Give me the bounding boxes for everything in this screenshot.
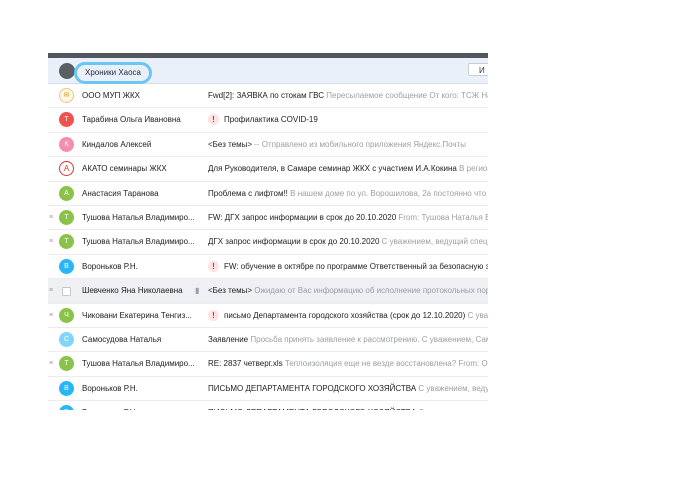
message-row[interactable]: К Киндалов Алексей <Без темы> -- Отправлен… [48, 133, 488, 158]
message-row[interactable]: ≡ Т Тушова Наталья Владимиро... ДГХ запрос … [48, 230, 488, 255]
thread-marker-icon: ≡ [49, 213, 54, 221]
message-row[interactable]: ✉ ООО МУП ЖКХ Fwd[2]: ЗАЯВКА по стокам ГВС… [48, 84, 488, 109]
sender-name: Вороньков Р.Н. [82, 408, 200, 410]
message-snippet: С уважением, [467, 310, 488, 320]
sender-name: ООО МУП ЖКХ [82, 91, 140, 100]
important-icon: ! [208, 260, 219, 272]
sender-avatar[interactable]: К [59, 136, 74, 152]
sender-name: Самосудова Наталья [82, 334, 162, 344]
sender-name: Тушова Наталья Владимиро... [82, 212, 195, 222]
bookmark-icon[interactable]: ▮ [195, 286, 199, 295]
subject-text: RE: 2837 четверг.xls [208, 359, 283, 369]
sender-avatar[interactable]: Т [59, 209, 74, 225]
message-snippet: С уважением, ведущий специали [381, 237, 488, 247]
subject-text: Fwd[2]: ЗАЯВКА по стокам ГВС [208, 91, 325, 100]
ad-title[interactable]: Хроники Хаоса [74, 62, 152, 84]
message-snippet: Пересылаемое сообщение От кого: ТСЖ Наук… [324, 91, 488, 100]
subject-text: FW: ДГХ запрос информации в срок до 20.1… [208, 212, 397, 222]
message-snippet: From: Тушова Наталья Влад [398, 212, 488, 222]
subject-text: письмо Департамента городского хозяйства… [224, 310, 466, 320]
message-subject: <Без темы> -- Отправлено из мобильного п… [208, 140, 466, 149]
subject-text: Профилактика COVID-19 [224, 115, 318, 125]
sender-avatar[interactable]: С [59, 331, 74, 347]
message-row[interactable]: В Вороньков Р.Н. ПИСЬМО ДЕПАРТАМЕНТА ГОРОД… [48, 401, 488, 410]
message-row[interactable]: ≡ Т Тушова Наталья Владимиро... RE: 2837 че… [48, 352, 488, 377]
subject-text: ПИСЬМО ДЕПАРТАМЕНТА ГОРОДСКОГО ХОЗЯЙСТВА [208, 383, 417, 393]
sender-name: АКАТО семинары ЖКХ [82, 164, 167, 174]
message-subject: Проблема с лифтом!! В нашем доме по ул. … [208, 189, 488, 198]
sender-avatar[interactable]: ✉ [59, 88, 74, 103]
message-row[interactable]: А Анастасия Таранова Проблема с лифтом!! В… [48, 182, 488, 206]
message-subject: письмо Департамента городского хозяйства… [224, 311, 488, 320]
subject-text: FW: обучение в октябре по программе Отве… [224, 261, 488, 271]
message-subject: <Без темы> Ожидаю от Вас информацию об и… [208, 286, 488, 295]
sender-name: Чиковани Екатерина Тенгиз... [82, 310, 192, 320]
select-checkbox[interactable] [62, 287, 71, 297]
subject-text: Заявление [208, 334, 249, 344]
message-row[interactable]: С Самосудова Наталья Заявление Просьба при… [48, 328, 488, 353]
message-row[interactable]: ≡ Т Тушова Наталья Владимиро... FW: ДГХ зап… [48, 206, 488, 231]
message-subject: Fwd[2]: ЗАЯВКА по стокам ГВС Пересылаемо… [208, 91, 488, 100]
ad-banner[interactable]: Хроники Хаоса И [48, 58, 488, 84]
message-list: ✉ ООО МУП ЖКХ Fwd[2]: ЗАЯВКА по стокам ГВС… [48, 84, 488, 410]
message-subject: FW: обучение в октябре по программе Отве… [224, 262, 488, 271]
sender-avatar[interactable]: В [59, 258, 74, 274]
sender-name: Вороньков Р.Н. [82, 383, 138, 393]
message-snippet: В регионах Ф [459, 164, 488, 174]
thread-marker-icon: ≡ [49, 360, 54, 368]
message-row[interactable]: ≡ Ч Чиковани Екатерина Тенгиз...! письмо Де… [48, 304, 488, 328]
message-snippet: В нашем доме по ул. Ворошилова, 2а посто… [287, 188, 488, 198]
thread-marker-icon: ≡ [49, 238, 54, 246]
message-snippet: -- Отправлено из мобильного приложения Я… [252, 139, 467, 149]
message-snippet: Ожидаю от Вас информацию об исполнение п… [252, 286, 488, 296]
sender-name: Шевченко Яна Николаевна [82, 286, 183, 296]
sender-name: Тарабина Ольга Ивановна [82, 115, 181, 125]
message-subject: Профилактика COVID-19 [224, 115, 318, 124]
mail-list-panel: Хроники Хаоса И ✉ ООО МУП ЖКХ Fwd[2]: ЗАЯВ… [48, 53, 488, 410]
message-subject: RE: 2837 четверг.xls Теплоизоляция еще н… [208, 359, 488, 368]
message-row[interactable]: A АКАТО семинары ЖКХ Для Руководителя, в С… [48, 157, 488, 182]
sender-avatar[interactable]: В [59, 405, 74, 410]
sender-avatar[interactable]: В [59, 380, 74, 396]
subject-text: ДГХ запрос информации в срок до 20.10.20… [208, 237, 380, 247]
subject-text: Для Руководителя, в Самаре семинар ЖКХ с… [208, 164, 457, 174]
subject-text: ПИСЬМО ДЕПАРТАМЕНТА ГОРОДСКОГО ХОЗЯЙСТВА [208, 408, 416, 410]
message-subject: Для Руководителя, в Самаре семинар ЖКХ с… [208, 164, 488, 173]
message-subject: ПИСЬМО ДЕПАРТАМЕНТА ГОРОДСКОГО ХОЗЯЙСТВА… [208, 408, 488, 410]
message-snippet: С уважением, ведущий [418, 383, 488, 393]
message-snippet: Просьба принять заявление к рассмотрению… [248, 334, 488, 344]
message-snippet: С уважением, ведущий [416, 408, 488, 410]
message-subject: FW: ДГХ запрос информации в срок до 20.1… [208, 213, 488, 222]
message-snippet: Теплоизоляция еще не везде восстановлена… [282, 359, 488, 369]
message-row[interactable]: В Вороньков Р.Н.! FW: обучение в октябре п… [48, 255, 488, 280]
thread-marker-icon: ≡ [49, 311, 54, 319]
sender-avatar[interactable]: Т [59, 234, 74, 250]
sender-name: Тушова Наталья Владимиро... [82, 237, 195, 247]
game-logo-icon [59, 63, 75, 79]
message-row[interactable]: ≡ Шевченко Яна Николаевна ▮ <Без темы> Ожид… [48, 279, 488, 304]
important-icon: ! [208, 114, 219, 126]
message-subject: Заявление Просьба принять заявление к ра… [208, 335, 488, 344]
sender-avatar[interactable]: Т [59, 112, 74, 128]
subject-text: <Без темы> [208, 286, 253, 296]
subject-text: Проблема с лифтом!! [208, 188, 288, 198]
sender-name: Тушова Наталья Владимиро... [82, 359, 195, 369]
ad-button[interactable]: И [468, 63, 488, 76]
message-row[interactable]: В Вороньков Р.Н. ПИСЬМО ДЕПАРТАМЕНТА ГОРОД… [48, 377, 488, 402]
sender-name: Анастасия Таранова [82, 188, 159, 198]
sender-name: Киндалов Алексей [82, 139, 152, 149]
message-subject: ПИСЬМО ДЕПАРТАМЕНТА ГОРОДСКОГО ХОЗЯЙСТВА… [208, 384, 488, 393]
message-row[interactable]: Т Тарабина Ольга Ивановна! Профилактика CO… [48, 108, 488, 133]
sender-name: Вороньков Р.Н. [82, 261, 138, 271]
sender-avatar[interactable]: Ч [59, 307, 74, 323]
thread-marker-icon: ≡ [49, 287, 54, 295]
sender-avatar[interactable]: A [59, 161, 74, 177]
sender-avatar[interactable]: А [59, 185, 74, 201]
subject-text: <Без темы> [208, 139, 253, 149]
important-icon: ! [208, 309, 219, 321]
message-subject: ДГХ запрос информации в срок до 20.10.20… [208, 237, 488, 246]
sender-avatar[interactable]: Т [59, 356, 74, 372]
